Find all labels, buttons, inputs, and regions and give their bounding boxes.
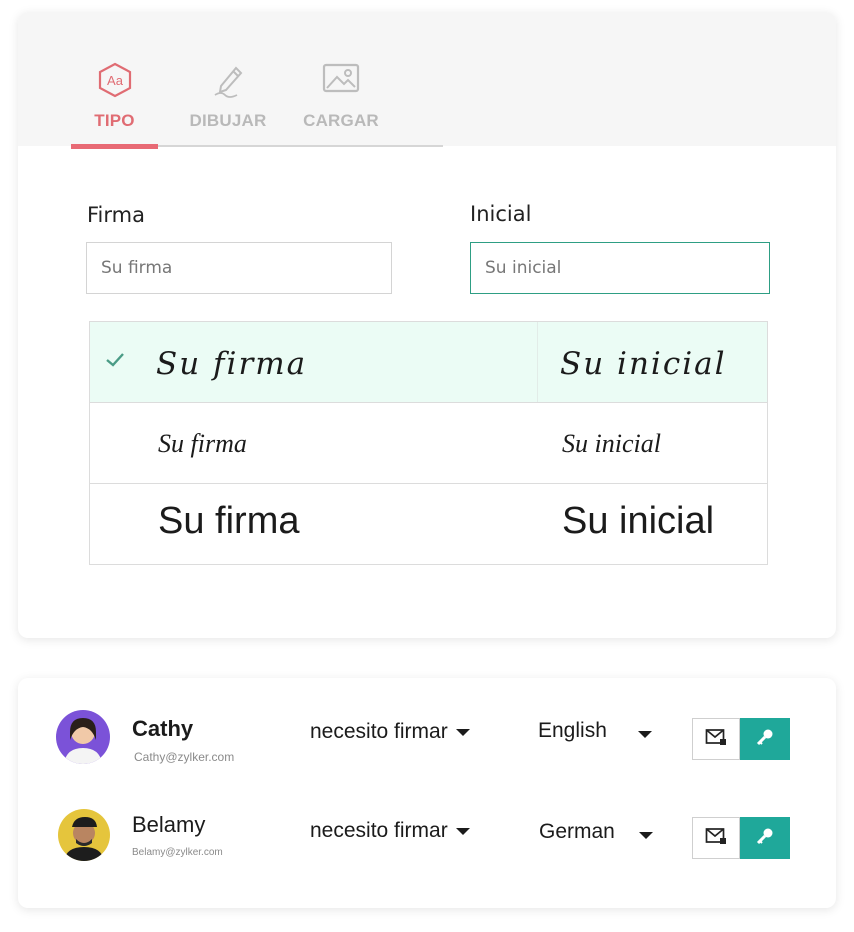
delivery-button-group (692, 817, 790, 859)
signature-preview: Su firma (156, 346, 308, 382)
action-dropdown[interactable]: necesito firmar (310, 819, 470, 843)
envelope-icon (705, 728, 727, 751)
email-delivery-button[interactable] (692, 817, 740, 859)
initial-preview: Su inicial (562, 429, 661, 458)
tab-cargar-label: CARGAR (303, 111, 379, 130)
recipients-panel: Cathy Cathy@zylker.com necesito firmar E… (18, 678, 836, 908)
initial-label: Inicial (470, 202, 532, 226)
language-dropdown[interactable]: English (538, 719, 652, 743)
signature-preview: Su firma (158, 500, 300, 542)
key-icon (755, 727, 775, 752)
initial-preview: Su inicial (560, 346, 727, 382)
caret-down-icon (638, 731, 652, 738)
language-dropdown[interactable]: German (539, 820, 653, 844)
tab-dibujar-label: DIBUJAR (189, 111, 267, 130)
recipient-name: Belamy (132, 812, 206, 837)
style-row-3[interactable]: Su firma Su inicial (90, 484, 767, 565)
checkmark-icon (105, 352, 125, 373)
email-delivery-button[interactable] (692, 718, 740, 760)
signature-preview: Su firma (158, 429, 247, 458)
style-row-1[interactable]: Su firma Su inicial (90, 322, 767, 403)
pencil-draw-icon (211, 62, 245, 103)
initial-preview: Su inicial (562, 500, 715, 542)
tab-active-indicator (71, 144, 158, 149)
style-row-2[interactable]: Su firma Su inicial (90, 403, 767, 484)
tab-tipo-label: TIPO (94, 111, 135, 130)
access-code-button[interactable] (740, 718, 790, 760)
signature-panel: Aa TIPO DIBUJAR CARGAR Firma Su firma In… (18, 12, 836, 638)
signature-label: Firma (87, 203, 145, 227)
svg-text:Aa: Aa (107, 73, 124, 88)
tab-tipo[interactable]: Aa TIPO (71, 12, 158, 149)
tab-cargar[interactable]: CARGAR (298, 12, 384, 149)
caret-down-icon (455, 827, 470, 835)
avatar (56, 710, 110, 764)
signature-input[interactable]: Su firma (86, 242, 392, 294)
signature-style-table: Su firma Su inicial Su firma Su inicial … (89, 321, 768, 565)
initial-input[interactable]: Su inicial (470, 242, 770, 294)
image-upload-icon (322, 62, 360, 99)
avatar (58, 809, 110, 861)
column-divider (537, 322, 538, 402)
recipient-email: Belamy@zylker.com (132, 847, 223, 858)
action-dropdown-value: necesito firmar (310, 720, 448, 743)
envelope-icon (705, 827, 727, 850)
tab-bar: Aa TIPO DIBUJAR CARGAR (18, 12, 836, 146)
recipient-name: Cathy (132, 716, 194, 741)
delivery-button-group (692, 718, 790, 760)
recipient-row-1: Cathy Cathy@zylker.com necesito firmar E… (18, 692, 836, 782)
language-dropdown-value: English (538, 719, 607, 742)
language-dropdown-value: German (539, 820, 615, 843)
action-dropdown-value: necesito firmar (310, 819, 448, 842)
recipient-email: Cathy@zylker.com (134, 750, 235, 764)
font-type-icon: Aa (98, 62, 132, 103)
access-code-button[interactable] (740, 817, 790, 859)
tab-dibujar[interactable]: DIBUJAR (183, 12, 273, 149)
recipient-row-2: Belamy Belamy@zylker.com necesito firmar… (18, 792, 836, 882)
caret-down-icon (455, 728, 470, 736)
key-icon (755, 826, 775, 851)
action-dropdown[interactable]: necesito firmar (310, 720, 470, 744)
caret-down-icon (639, 832, 653, 839)
